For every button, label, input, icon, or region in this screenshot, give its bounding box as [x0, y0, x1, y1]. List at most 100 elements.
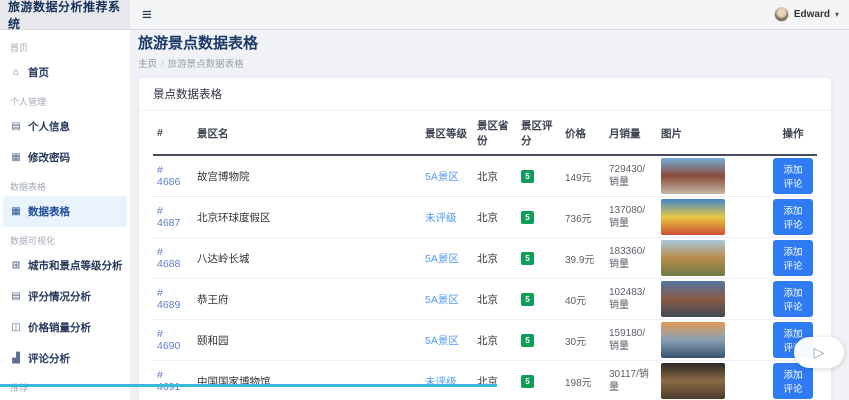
add-comment-button[interactable]: 添加评论 — [773, 158, 813, 194]
sidebar-item-profile[interactable]: ▤ 个人信息 — [0, 111, 130, 142]
col-header-price: 价格 — [561, 111, 605, 156]
monthly-sales: 137080/销量 — [605, 196, 657, 238]
price: 30元 — [561, 319, 605, 361]
rating-badge: 5 — [521, 210, 534, 224]
rating-badge: 5 — [521, 169, 534, 183]
attraction-photo — [661, 322, 725, 358]
top-bar: 旅游数据分析推荐系统 ≡ Edward ▾ — [0, 0, 849, 31]
sidebar-item-label: 个人信息 — [28, 121, 70, 133]
level-link[interactable]: 5A景区 — [421, 319, 473, 361]
level-link[interactable]: 未评级 — [421, 360, 473, 400]
sidebar-item-comment-analysis[interactable]: ▟ 评论分析 — [0, 343, 130, 374]
table-row: # 4691 中国国家博物馆 未评级 北京 5 198元 30117/销量 添加… — [153, 360, 817, 400]
sidebar-item-label: 评分情况分析 — [28, 291, 91, 303]
sidebar-item-label: 评论分析 — [28, 353, 70, 365]
table-row: # 4686 故宫博物院 5A景区 北京 5 149元 729430/销量 添加… — [153, 155, 817, 197]
attraction-photo — [661, 240, 725, 276]
attractions-table: # 景区名 景区等级 景区省份 景区评分 价格 月销量 图片 操作 # 4686 — [153, 111, 817, 400]
sidebar-item-data-table[interactable]: ▦ 数据表格 — [3, 196, 127, 227]
top-bar-main: ≡ Edward ▾ — [130, 0, 849, 29]
attraction-name: 恭王府 — [193, 278, 421, 320]
add-comment-button[interactable]: 添加评论 — [773, 363, 813, 399]
add-comment-button[interactable]: 添加评论 — [773, 240, 813, 276]
row-id[interactable]: # 4690 — [153, 319, 193, 361]
table-row: # 4689 恭王府 5A景区 北京 5 40元 102483/销量 添加评论 — [153, 278, 817, 320]
data-table-card: 景点数据表格 # 景区名 景区等级 景区省份 景区评分 价格 月销量 图片 操作 — [138, 77, 832, 400]
row-id[interactable]: # 4687 — [153, 196, 193, 238]
province: 北京 — [473, 319, 517, 361]
video-overlay-play-button[interactable]: ▷ — [794, 337, 844, 368]
monthly-sales: 729430/销量 — [605, 155, 657, 197]
col-header-id: # — [153, 111, 193, 156]
attraction-photo — [661, 199, 725, 235]
avatar[interactable] — [773, 7, 789, 22]
chart-rating-icon: ▤ — [11, 291, 21, 302]
breadcrumb: 主页 / 旅游景点数据表格 — [138, 56, 832, 70]
price: 149元 — [561, 155, 605, 197]
app-logo[interactable]: 旅游数据分析推荐系统 — [0, 0, 130, 31]
app-title: 旅游数据分析推荐系统 — [8, 0, 121, 31]
chart-price-icon: ◫ — [11, 322, 21, 333]
col-header-actions: 操作 — [769, 111, 817, 156]
attraction-name: 北京环球度假区 — [193, 196, 421, 238]
sidebar-item-label: 首页 — [28, 67, 49, 79]
level-link[interactable]: 未评级 — [421, 196, 473, 238]
sidebar-item-rating-analysis[interactable]: ▤ 评分情况分析 — [0, 281, 130, 312]
monthly-sales: 159180/销量 — [605, 319, 657, 361]
table-row: # 4690 颐和园 5A景区 北京 5 30元 159180/销量 添加评论 — [153, 319, 817, 361]
add-comment-button[interactable]: 添加评论 — [773, 281, 813, 317]
chevron-down-icon: ▾ — [834, 10, 839, 19]
user-menu[interactable]: Edward ▾ — [773, 7, 839, 22]
sidebar-item-city-level-analysis[interactable]: ⊞ 城市和景点等级分析 — [0, 250, 130, 281]
row-id[interactable]: # 4689 — [153, 278, 193, 320]
col-header-level: 景区等级 — [421, 111, 473, 156]
sidebar-item-label: 数据表格 — [28, 206, 70, 218]
monthly-sales: 183360/销量 — [605, 237, 657, 279]
province: 北京 — [473, 360, 517, 400]
attraction-photo — [661, 158, 725, 194]
col-header-province: 景区省份 — [473, 111, 517, 156]
sidebar-group-personal: 个人管理 — [10, 97, 47, 107]
attraction-photo — [661, 363, 725, 399]
price: 198元 — [561, 360, 605, 400]
home-icon: ⌂ — [12, 67, 20, 78]
lock-icon: ▦ — [11, 152, 21, 163]
breadcrumb-home[interactable]: 主页 — [138, 59, 157, 70]
attraction-photo — [661, 281, 725, 317]
page-title: 旅游景点数据表格 — [138, 35, 259, 52]
breadcrumb-separator: / — [161, 59, 164, 70]
table-icon: ▦ — [11, 206, 21, 217]
add-comment-button[interactable]: 添加评论 — [773, 199, 813, 235]
monthly-sales: 30117/销量 — [605, 360, 657, 400]
level-link[interactable]: 5A景区 — [421, 155, 473, 197]
province: 北京 — [473, 196, 517, 238]
card-title: 景点数据表格 — [139, 78, 831, 111]
hamburger-menu-icon[interactable]: ≡ — [142, 6, 152, 23]
sidebar-item-change-password[interactable]: ▦ 修改密码 — [0, 142, 130, 173]
col-header-photo: 图片 — [657, 111, 769, 156]
attraction-name: 故宫博物院 — [193, 155, 421, 197]
table-row: # 4687 北京环球度假区 未评级 北京 5 736元 137080/销量 添… — [153, 196, 817, 238]
table-header-row: # 景区名 景区等级 景区省份 景区评分 价格 月销量 图片 操作 — [153, 111, 817, 156]
level-link[interactable]: 5A景区 — [421, 237, 473, 279]
price: 39.9元 — [561, 237, 605, 279]
sidebar-item-label: 修改密码 — [28, 152, 70, 164]
col-header-rating: 景区评分 — [517, 111, 561, 156]
row-id[interactable]: # 4688 — [153, 237, 193, 279]
table-row: # 4688 八达岭长城 5A景区 北京 5 39.9元 183360/销量 添… — [153, 237, 817, 279]
sidebar-group-home: 首页 — [10, 43, 29, 53]
main-content: 旅游景点数据表格 主页 / 旅游景点数据表格 景点数据表格 # 景区名 景区等级 景… — [130, 30, 849, 400]
sidebar-item-price-sales-analysis[interactable]: ◫ 价格销量分析 — [0, 312, 130, 343]
sidebar-item-home[interactable]: ⌂ 首页 — [0, 57, 130, 88]
attraction-name: 颐和园 — [193, 319, 421, 361]
level-link[interactable]: 5A景区 — [421, 278, 473, 320]
col-header-name: 景区名 — [193, 111, 421, 156]
col-header-sales: 月销量 — [605, 111, 657, 156]
province: 北京 — [473, 278, 517, 320]
row-id[interactable]: # 4691 — [153, 360, 193, 400]
row-id[interactable]: # 4686 — [153, 155, 193, 197]
rating-badge: 5 — [521, 251, 534, 265]
attraction-name: 中国国家博物馆 — [193, 360, 421, 400]
user-icon: ▤ — [11, 121, 21, 132]
province: 北京 — [473, 155, 517, 197]
